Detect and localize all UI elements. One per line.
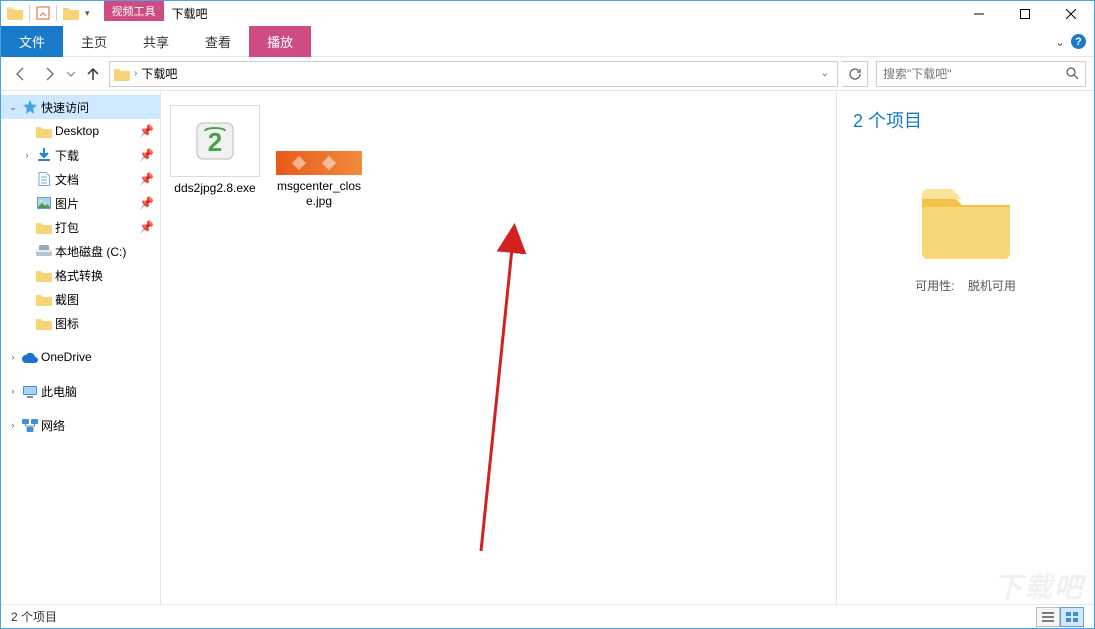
address-history-dropdown[interactable]: ⌄: [817, 68, 833, 79]
search-box[interactable]: [876, 61, 1086, 87]
navigation-pane: ⌄ 快速访问 Desktop 📌 › 下载 📌 文档 📌: [1, 91, 161, 604]
nav-forward-button[interactable]: [37, 62, 61, 86]
folder-icon: [35, 317, 53, 330]
separator: [56, 5, 57, 21]
details-title: 2 个项目: [853, 107, 922, 133]
view-mode-toggle: [1036, 607, 1084, 627]
qat-properties[interactable]: [36, 6, 50, 20]
expand-icon[interactable]: ›: [7, 420, 19, 430]
status-bar: 2 个项目: [1, 604, 1094, 628]
pin-icon: 📌: [139, 196, 154, 210]
explorer-body: ⌄ 快速访问 Desktop 📌 › 下载 📌 文档 📌: [1, 91, 1094, 604]
ribbon-tab-file[interactable]: 文件: [1, 26, 63, 57]
qat-customize-dropdown[interactable]: ▾: [85, 8, 90, 19]
tree-format-convert[interactable]: 格式转换: [1, 263, 160, 287]
separator: [29, 5, 30, 21]
pictures-icon: [35, 197, 53, 209]
folder-icon: [35, 125, 53, 138]
content-area: 2 dds2jpg2.8.exe msgcenter_close.jpg 2 个…: [161, 91, 1094, 604]
tree-this-pc[interactable]: › 此电脑: [1, 379, 160, 403]
expand-icon[interactable]: ›: [21, 150, 33, 160]
availability-label: 可用性:: [915, 279, 954, 293]
view-icons-button[interactable]: [1060, 607, 1084, 627]
documents-icon: [35, 172, 53, 186]
tree-desktop[interactable]: Desktop 📌: [1, 119, 160, 143]
file-item-jpg[interactable]: msgcenter_close.jpg: [271, 101, 367, 213]
folder-icon: [114, 67, 130, 81]
view-details-button[interactable]: [1036, 607, 1060, 627]
qat-new-folder[interactable]: [63, 6, 79, 20]
folder-icon: [7, 6, 23, 20]
search-input[interactable]: [877, 67, 1059, 81]
ribbon-tab-play[interactable]: 播放: [249, 26, 311, 57]
maximize-button[interactable]: [1002, 1, 1048, 27]
ribbon-tab-view[interactable]: 查看: [187, 26, 249, 57]
window-controls: [956, 1, 1094, 27]
breadcrumb-segment[interactable]: 下载吧: [141, 65, 177, 82]
quick-access-toolbar: ▾: [1, 1, 96, 25]
navigation-bar: › 下载吧 ⌄: [1, 57, 1094, 91]
file-label: dds2jpg2.8.exe: [174, 181, 255, 196]
tree-quick-access[interactable]: ⌄ 快速访问: [1, 95, 160, 119]
availability-line: 可用性: 脱机可用: [915, 277, 1016, 294]
folder-icon: [35, 293, 53, 306]
tree-documents[interactable]: 文档 📌: [1, 167, 160, 191]
tree-icon-lib[interactable]: 图标: [1, 311, 160, 335]
file-thumbnail: 2: [170, 105, 260, 177]
downloads-icon: [35, 148, 53, 162]
explorer-window: ▾ 视频工具 下载吧 文件 主页 共享 查看 播放 ⌄ ? › 下载吧 ⌄: [0, 0, 1095, 629]
drive-icon: [35, 245, 53, 257]
onedrive-icon: [21, 352, 39, 363]
tree-network[interactable]: › 网络: [1, 413, 160, 437]
network-icon: [21, 419, 39, 432]
help-icon[interactable]: ?: [1071, 34, 1086, 49]
pin-icon: 📌: [139, 172, 154, 186]
expand-icon[interactable]: ›: [7, 386, 19, 396]
status-item-count: 2 个项目: [11, 608, 57, 625]
nav-recent-dropdown[interactable]: [65, 62, 77, 86]
folder-large-icon: [918, 181, 1014, 259]
address-bar[interactable]: › 下载吧 ⌄: [109, 61, 838, 87]
expand-icon[interactable]: ›: [7, 352, 19, 362]
nav-up-button[interactable]: [81, 62, 105, 86]
tree-screenshot[interactable]: 截图: [1, 287, 160, 311]
title-bar: ▾ 视频工具 下载吧: [1, 1, 1094, 27]
pin-icon: 📌: [139, 148, 154, 162]
search-icon[interactable]: [1059, 62, 1085, 86]
svg-text:2: 2: [208, 127, 222, 157]
availability-value: 脱机可用: [968, 279, 1016, 293]
file-item-exe[interactable]: 2 dds2jpg2.8.exe: [167, 101, 263, 200]
details-pane: 2 个项目 可用性: 脱机可用: [836, 91, 1094, 604]
minimize-button[interactable]: [956, 1, 1002, 27]
tree-dabao[interactable]: 打包 📌: [1, 215, 160, 239]
ribbon-tab-home[interactable]: 主页: [63, 26, 125, 57]
chevron-right-icon[interactable]: ›: [134, 68, 137, 79]
ribbon-expand-button[interactable]: ⌄: [1055, 35, 1065, 49]
nav-back-button[interactable]: [9, 62, 33, 86]
items-view[interactable]: 2 dds2jpg2.8.exe msgcenter_close.jpg: [161, 91, 836, 604]
pin-icon: 📌: [139, 220, 154, 234]
folder-icon: [35, 269, 53, 282]
ribbon-tab-share[interactable]: 共享: [125, 26, 187, 57]
pin-icon: 📌: [139, 124, 154, 138]
folder-icon: [35, 221, 53, 234]
close-button[interactable]: [1048, 1, 1094, 27]
tree-onedrive[interactable]: › OneDrive: [1, 345, 160, 369]
tree-downloads[interactable]: › 下载 📌: [1, 143, 160, 167]
contextual-tool-tab-header: 视频工具: [104, 1, 164, 21]
file-thumbnail: [274, 105, 364, 175]
this-pc-icon: [21, 385, 39, 398]
ribbon-tabs: 文件 主页 共享 查看 播放 ⌄ ?: [1, 27, 1094, 57]
tree-local-disk-c[interactable]: 本地磁盘 (C:): [1, 239, 160, 263]
star-icon: [21, 100, 39, 114]
tree-pictures[interactable]: 图片 📌: [1, 191, 160, 215]
refresh-button[interactable]: [842, 61, 868, 87]
file-label: msgcenter_close.jpg: [273, 179, 365, 209]
collapse-icon[interactable]: ⌄: [7, 102, 19, 113]
window-title: 下载吧: [164, 1, 216, 26]
